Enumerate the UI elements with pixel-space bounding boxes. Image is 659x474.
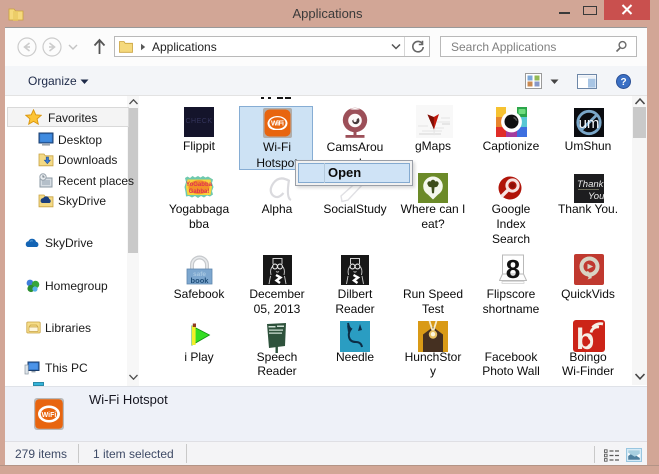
- svg-text:book: book: [191, 276, 210, 285]
- svg-text:um: um: [579, 115, 600, 132]
- svg-text:WiFi: WiFi: [271, 121, 284, 128]
- svg-text:?: ?: [620, 77, 626, 88]
- svg-text:YoGabba: YoGabba: [186, 182, 213, 188]
- svg-text:You: You: [588, 191, 604, 202]
- svg-text:Thank: Thank: [577, 179, 604, 190]
- svg-text:WiFi: WiFi: [42, 412, 57, 419]
- svg-text:b: b: [576, 323, 594, 352]
- svg-text:Gabba!: Gabba!: [189, 189, 210, 195]
- svg-text:8: 8: [506, 254, 520, 284]
